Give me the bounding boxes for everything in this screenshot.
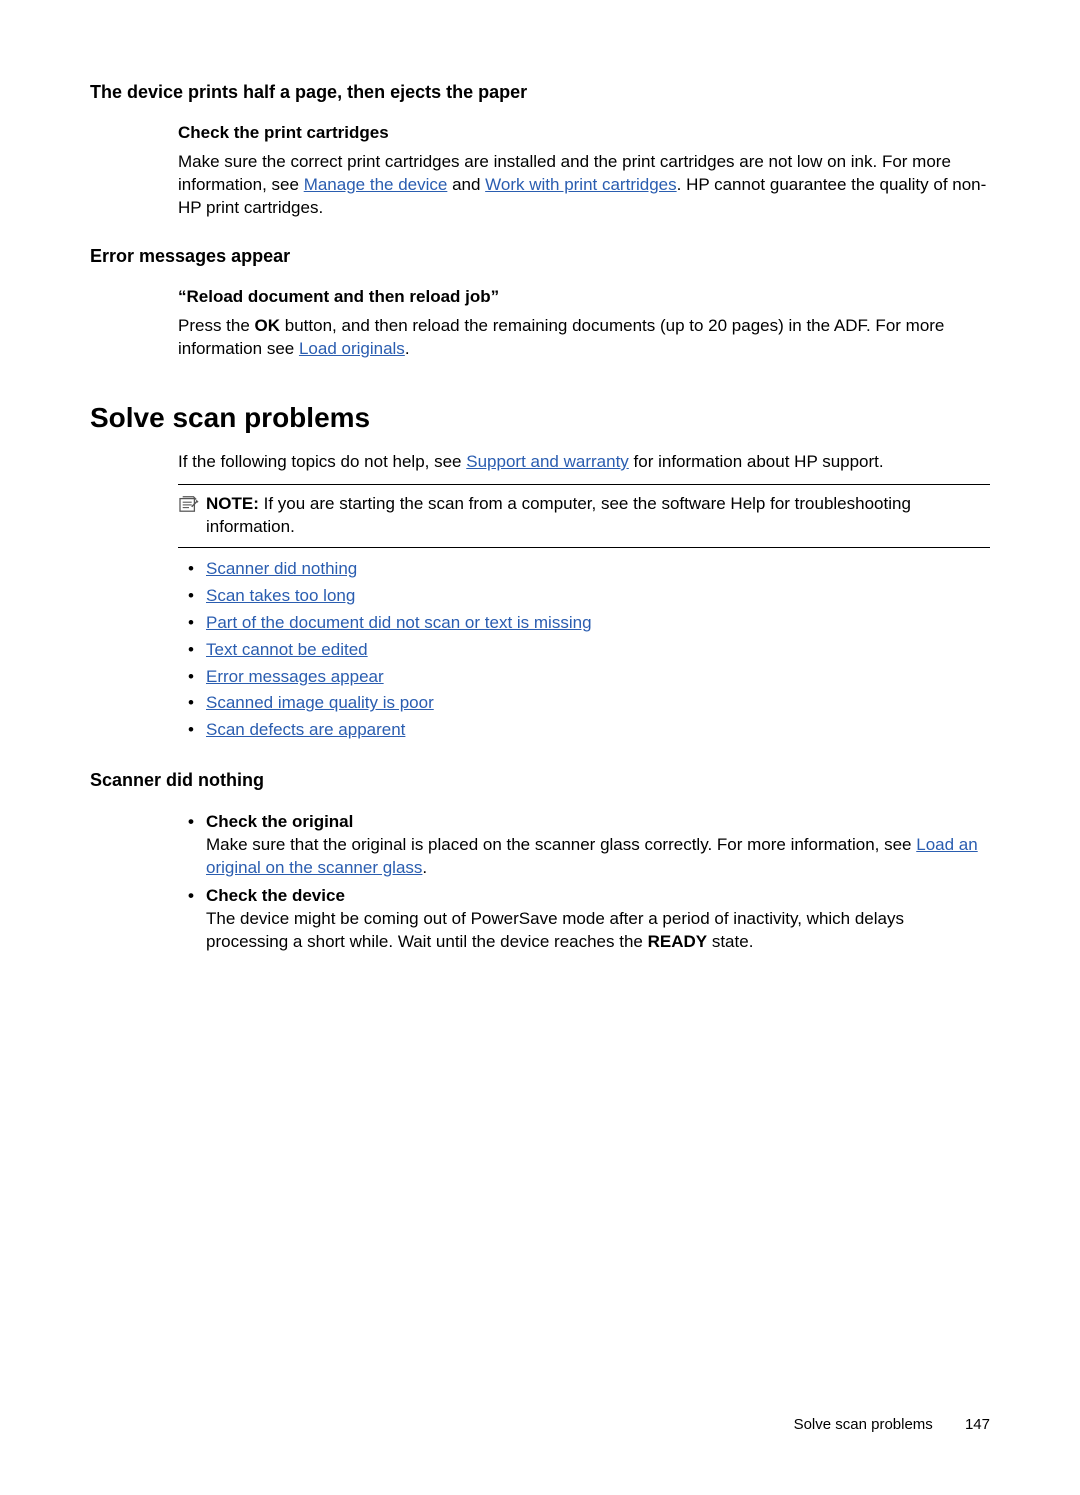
- heading-error-messages: Error messages appear: [90, 244, 990, 268]
- text: button, and then reload the remaining do…: [178, 316, 944, 358]
- page-number: 147: [965, 1415, 990, 1435]
- ok-button-label: OK: [255, 316, 281, 335]
- link-manage-device[interactable]: Manage the device: [304, 175, 448, 194]
- footer-title: Solve scan problems: [794, 1416, 933, 1433]
- note-label: NOTE:: [206, 494, 259, 513]
- ready-state-label: READY: [648, 932, 708, 951]
- para-check-device: The device might be coming out of PowerS…: [206, 908, 990, 954]
- text: for information about HP support.: [629, 452, 884, 471]
- link-image-quality-poor[interactable]: Scanned image quality is poor: [206, 693, 434, 712]
- para-check-original: Make sure that the original is placed on…: [206, 834, 990, 880]
- scanner-nothing-list: Check the original Make sure that the or…: [178, 811, 990, 955]
- list-item: Scan defects are apparent: [178, 719, 990, 742]
- heading-solve-scan: Solve scan problems: [90, 399, 990, 437]
- text: and: [447, 175, 485, 194]
- link-error-messages[interactable]: Error messages appear: [206, 667, 384, 686]
- list-item: Part of the document did not scan or tex…: [178, 612, 990, 635]
- list-item: Scan takes too long: [178, 585, 990, 608]
- link-scan-defects[interactable]: Scan defects are apparent: [206, 720, 405, 739]
- list-item: Scanned image quality is poor: [178, 692, 990, 715]
- para-check-cartridges: Make sure the correct print cartridges a…: [178, 151, 990, 220]
- subheading-check-cartridges: Check the print cartridges: [178, 122, 990, 145]
- heading-half-page: The device prints half a page, then ejec…: [90, 80, 990, 104]
- link-work-cartridges[interactable]: Work with print cartridges: [485, 175, 676, 194]
- link-text-not-edited[interactable]: Text cannot be edited: [206, 640, 368, 659]
- text: .: [405, 339, 410, 358]
- text: If the following topics do not help, see: [178, 452, 466, 471]
- note-text-content: If you are starting the scan from a comp…: [206, 494, 911, 536]
- text: Make sure that the original is placed on…: [206, 835, 916, 854]
- list-item: Check the original Make sure that the or…: [178, 811, 990, 880]
- link-part-missing[interactable]: Part of the document did not scan or tex…: [206, 613, 592, 632]
- para-solve-scan-intro: If the following topics do not help, see…: [178, 451, 990, 474]
- note-block: NOTE: If you are starting the scan from …: [178, 484, 990, 548]
- link-scan-too-long[interactable]: Scan takes too long: [206, 586, 355, 605]
- list-item: Check the device The device might be com…: [178, 885, 990, 954]
- para-reload-doc: Press the OK button, and then reload the…: [178, 315, 990, 361]
- link-support-warranty[interactable]: Support and warranty: [466, 452, 629, 471]
- heading-scanner-nothing: Scanner did nothing: [90, 768, 990, 792]
- item-title-check-device: Check the device: [206, 885, 990, 908]
- text: The device might be coming out of PowerS…: [206, 909, 904, 951]
- link-load-originals[interactable]: Load originals: [299, 339, 405, 358]
- text: Press the: [178, 316, 255, 335]
- list-item: Error messages appear: [178, 666, 990, 689]
- text: state.: [707, 932, 753, 951]
- scan-topic-list: Scanner did nothing Scan takes too long …: [178, 558, 990, 743]
- list-item: Text cannot be edited: [178, 639, 990, 662]
- note-icon: [178, 495, 200, 513]
- item-title-check-original: Check the original: [206, 811, 990, 834]
- link-scanner-did-nothing[interactable]: Scanner did nothing: [206, 559, 357, 578]
- text: .: [422, 858, 427, 877]
- list-item: Scanner did nothing: [178, 558, 990, 581]
- subheading-reload-doc: “Reload document and then reload job”: [178, 286, 990, 309]
- page-footer: Solve scan problems 147: [794, 1415, 990, 1435]
